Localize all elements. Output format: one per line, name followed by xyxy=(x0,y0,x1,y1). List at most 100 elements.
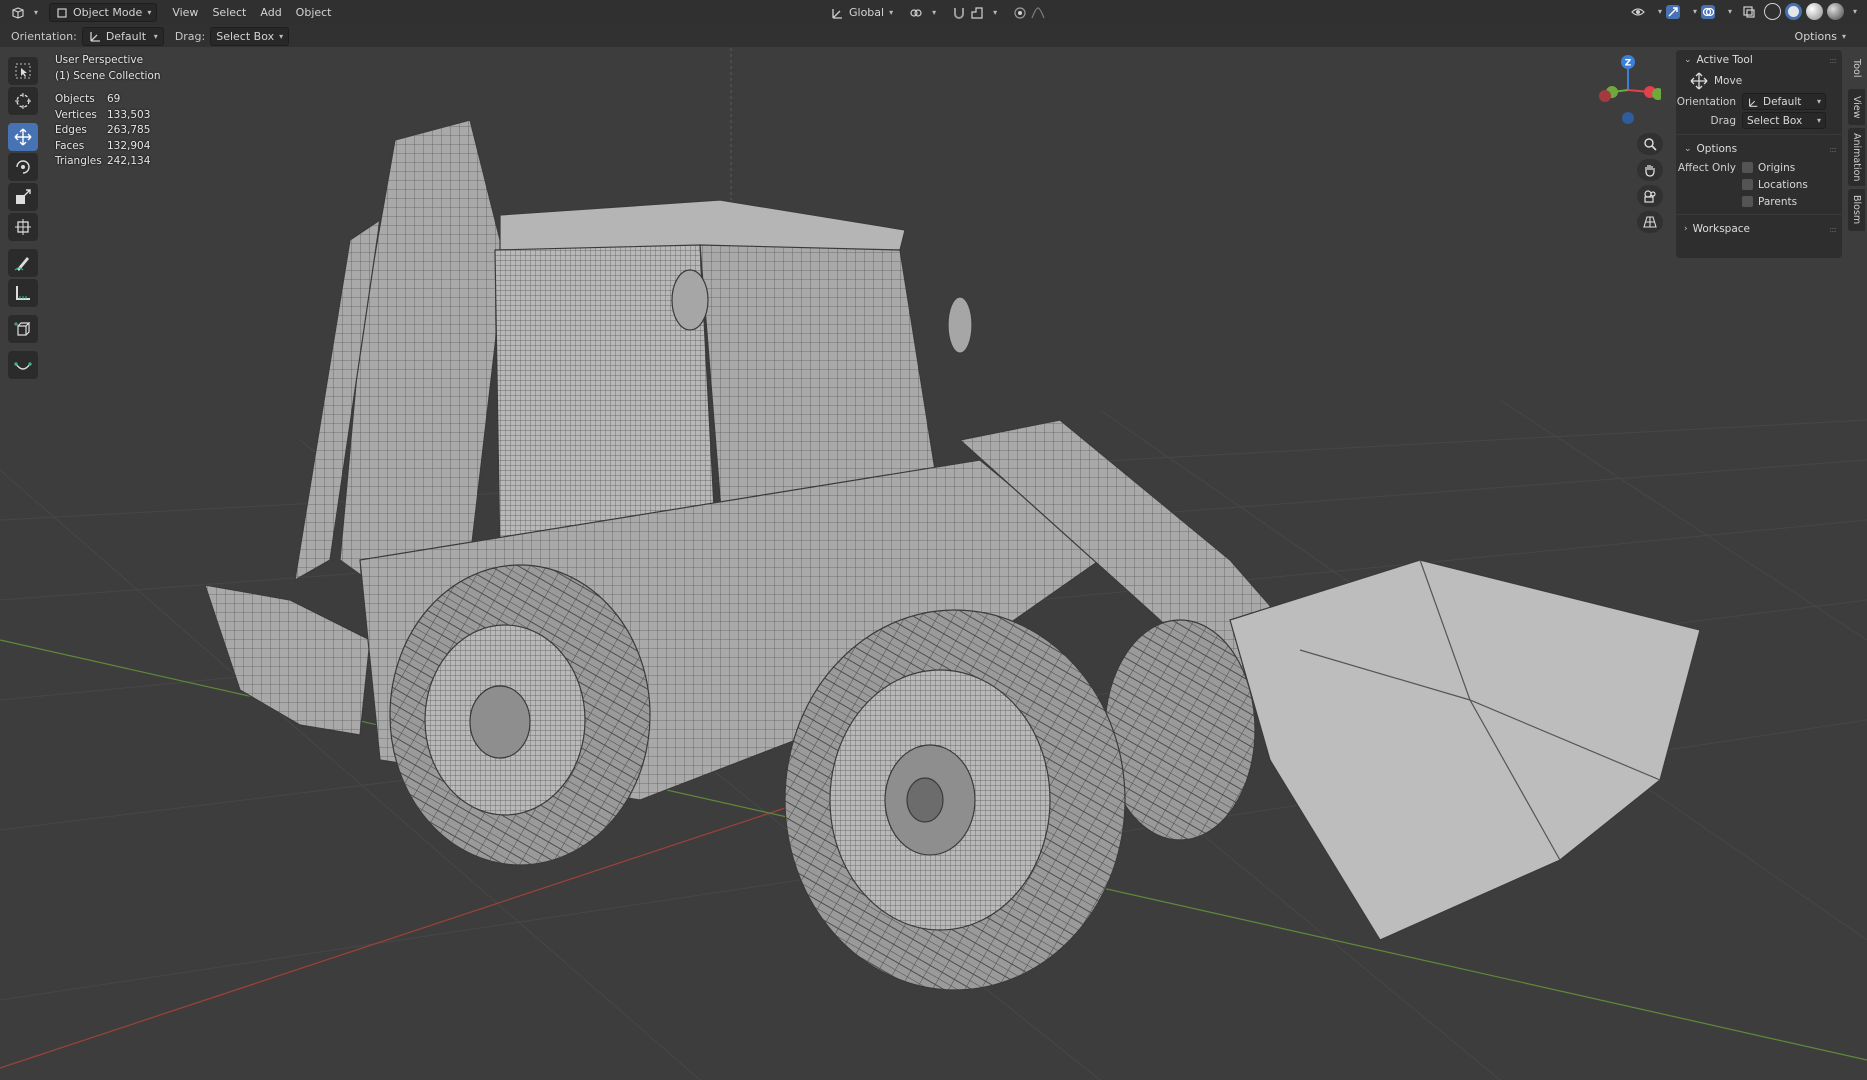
chevron-down-icon[interactable]: ▾ xyxy=(1693,7,1697,16)
solid-shading-button[interactable] xyxy=(1784,3,1802,20)
viewport-navigation-buttons xyxy=(1637,133,1663,233)
affect-only-origins-row: Affect Only Origins xyxy=(1676,159,1842,176)
chevron-right-icon: › xyxy=(1684,224,1688,234)
active-tool-panel-header[interactable]: ⌄ Active Tool :::: xyxy=(1676,50,1842,70)
orientation-dropdown[interactable]: Default ▾ xyxy=(81,26,164,46)
camera-view-button[interactable] xyxy=(1637,185,1663,207)
rear-wheel xyxy=(389,564,651,866)
menu-object[interactable]: Object xyxy=(289,6,339,19)
sidebar-orientation-row: Orientation Default ▾ xyxy=(1676,92,1842,111)
scene-canvas[interactable] xyxy=(0,0,1867,1080)
chevron-down-icon[interactable]: ▾ xyxy=(1728,7,1732,16)
sidebar-orientation-label: Orientation xyxy=(1676,95,1736,108)
origins-checkbox[interactable] xyxy=(1742,162,1753,173)
editor-type-button[interactable]: ▾ xyxy=(6,3,43,22)
wireframe-shading-button[interactable] xyxy=(1763,3,1781,20)
rotate-tool[interactable] xyxy=(8,153,38,181)
tab-view-label: View xyxy=(1851,95,1862,119)
mode-dropdown[interactable]: Object Mode ▾ xyxy=(49,3,158,22)
pivot-point-dropdown[interactable]: ▾ xyxy=(904,3,941,22)
orientation-default-icon xyxy=(90,32,100,42)
zoom-icon xyxy=(1644,138,1657,151)
add-cube-tool[interactable] xyxy=(8,315,38,343)
tab-view[interactable]: View xyxy=(1848,89,1865,125)
drag-grip-icon[interactable]: :::: xyxy=(1829,225,1837,234)
front-wheel xyxy=(784,609,1126,991)
sidebar-orientation-dropdown[interactable]: Default ▾ xyxy=(1742,93,1826,110)
drag-grip-icon[interactable]: :::: xyxy=(1829,56,1837,65)
curve-tool[interactable] xyxy=(8,351,38,379)
perspective-toggle-button[interactable] xyxy=(1637,211,1663,233)
sidebar-tabs: Tool View Animation Blosm xyxy=(1848,50,1865,234)
x-axis-handle-neg[interactable] xyxy=(1599,90,1611,102)
active-tool-name: Move xyxy=(1714,75,1743,87)
chevron-down-icon: ▾ xyxy=(889,8,894,17)
proportional-editing-toggle[interactable] xyxy=(1008,3,1054,22)
sidebar-drag-label: Drag xyxy=(1710,114,1736,127)
rendered-shading-button[interactable] xyxy=(1826,3,1844,20)
locations-checkbox[interactable] xyxy=(1742,179,1753,190)
orientation-label: Orientation: xyxy=(11,29,77,43)
rear-boom xyxy=(339,119,506,601)
menu-select[interactable]: Select xyxy=(205,6,253,19)
stat-value: 132,904 xyxy=(107,139,151,152)
rear-bucket xyxy=(204,584,371,736)
stat-value: 242,134 xyxy=(107,155,151,167)
overlays-toggle-icon[interactable] xyxy=(1700,4,1715,19)
active-tool-title: Active Tool xyxy=(1696,54,1753,66)
scale-tool[interactable] xyxy=(8,183,38,211)
gizmo-toggle-icon[interactable] xyxy=(1665,4,1680,19)
material-preview-button[interactable] xyxy=(1805,3,1823,20)
snap-toggle[interactable]: ▾ xyxy=(947,3,1002,22)
orientation-value: Default xyxy=(105,29,147,43)
transform-tool[interactable] xyxy=(8,213,38,241)
tool-settings-bar: Orientation: Default ▾ Drag: Select Box … xyxy=(0,25,1867,47)
z-axis-handle-neg[interactable] xyxy=(1622,112,1634,124)
active-tool-row: Move xyxy=(1676,70,1842,92)
pivot-link-icon xyxy=(910,8,922,17)
perspective-label: User Perspective xyxy=(55,54,144,66)
viewport-header: ▾ Object Mode ▾ View Select Add Object G… xyxy=(0,0,1867,25)
affect-only-label: Affect Only xyxy=(1677,161,1736,174)
visibility-eye-icon[interactable] xyxy=(1631,5,1645,19)
orientation-global-icon xyxy=(832,8,842,19)
stat-label: Objects xyxy=(55,93,95,105)
annotate-tool[interactable] xyxy=(8,249,38,277)
transform-icon xyxy=(15,219,31,235)
drag-grip-icon[interactable]: :::: xyxy=(1829,145,1837,154)
cursor-tool[interactable] xyxy=(8,87,38,115)
chevron-down-icon: ▾ xyxy=(1841,31,1846,41)
scale-icon xyxy=(16,189,31,204)
move-tool[interactable] xyxy=(8,123,38,151)
cursor-icon xyxy=(15,93,31,109)
chevron-down-icon[interactable]: ▾ xyxy=(1853,7,1857,16)
tab-tool[interactable]: Tool xyxy=(1848,50,1865,86)
drag-dropdown[interactable]: Select Box ▾ xyxy=(210,26,290,46)
transform-orientation-dropdown[interactable]: Global ▾ xyxy=(826,3,898,22)
workspace-panel-header[interactable]: › Workspace :::: xyxy=(1676,219,1842,239)
scene-statistics: Objects 69 Vertices 133,503 Edges 263,785 F… xyxy=(55,92,161,170)
3d-viewport[interactable]: ▾ Object Mode ▾ View Select Add Object G… xyxy=(0,0,1867,1080)
menu-view[interactable]: View xyxy=(165,6,205,19)
menu-add[interactable]: Add xyxy=(253,6,288,19)
options-dropdown[interactable]: Options ▾ xyxy=(1790,27,1851,46)
origins-label: Origins xyxy=(1758,161,1796,174)
zoom-button[interactable] xyxy=(1637,133,1663,155)
stat-value: 69 xyxy=(107,93,121,105)
tab-blosm[interactable]: Blosm xyxy=(1848,189,1865,231)
chevron-down-icon: ▾ xyxy=(279,31,284,41)
right-mirror xyxy=(947,296,973,354)
tab-animation[interactable]: Animation xyxy=(1848,128,1865,186)
measure-tool[interactable] xyxy=(8,279,38,307)
sidebar-drag-value: Select Box xyxy=(1747,114,1803,127)
select-box-tool[interactable] xyxy=(8,57,38,85)
chevron-down-icon: ▾ xyxy=(1816,116,1821,125)
pan-button[interactable] xyxy=(1637,159,1663,181)
header-center-controls: Global ▾ ▾ ▾ xyxy=(826,3,1054,22)
chevron-down-icon[interactable]: ▾ xyxy=(1658,7,1662,16)
sidebar-drag-dropdown[interactable]: Select Box ▾ xyxy=(1742,112,1826,129)
xray-toggle-icon[interactable] xyxy=(1742,5,1756,19)
parents-checkbox[interactable] xyxy=(1742,196,1753,207)
navigation-gizmo[interactable]: Z xyxy=(1595,52,1661,124)
options-panel-header[interactable]: ⌄ Options :::: xyxy=(1676,139,1842,159)
